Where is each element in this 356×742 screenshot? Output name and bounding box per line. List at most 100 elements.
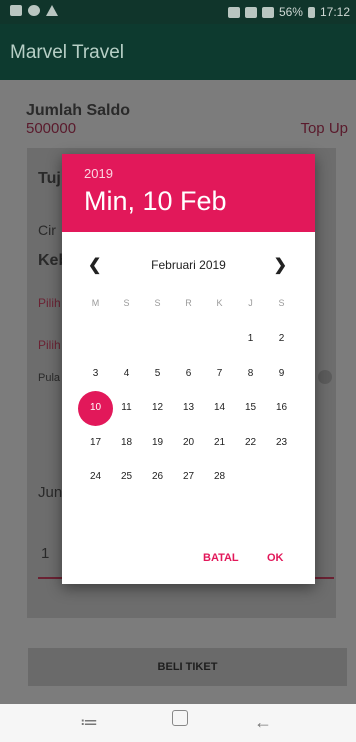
- recent-apps-icon[interactable]: ≔: [80, 712, 98, 733]
- calendar-day-number: 2: [278, 333, 285, 344]
- calendar-day-number: 19: [151, 436, 164, 448]
- calendar-day-number: 20: [182, 436, 195, 448]
- battery-icon: [307, 6, 315, 18]
- calendar-week: 12: [80, 322, 297, 357]
- calendar-grid: 1 2 3 4 5 6 7 8 9 10 11 12 13 14 15 16 17 18 19 20 21 22 23 24 2…: [78, 322, 297, 495]
- weekday-label: J: [248, 298, 253, 308]
- calendar-day-number: 13: [182, 402, 195, 413]
- calendar-day[interactable]: 2: [266, 322, 297, 357]
- calendar-day[interactable]: 11: [111, 391, 142, 426]
- calendar-day-number: 18: [120, 436, 133, 448]
- weekday-row: MSSRKJS: [80, 298, 297, 308]
- calendar-day[interactable]: 28: [204, 460, 235, 495]
- pilih-tanggal-link[interactable]: Pilih: [38, 296, 61, 310]
- calendar-empty-cell: [80, 322, 111, 357]
- calendar-day[interactable]: 21: [204, 426, 235, 461]
- app-title: Marvel Travel: [10, 42, 125, 63]
- calendar-day-number: 25: [120, 471, 133, 482]
- calendar-day-number: 14: [213, 402, 226, 413]
- calendar-day[interactable]: 22: [235, 426, 266, 461]
- saldo-value: 500000: [26, 120, 77, 137]
- calendar-week: 17 18 19 20 21 22 23: [80, 426, 297, 461]
- date-picker-dialog: 2019 Min, 10 Feb ❮ Februari 2019 ❯ MSSRK…: [62, 154, 315, 584]
- calendar-day-number: 11: [121, 402, 132, 413]
- calendar-day-number: 12: [151, 402, 164, 413]
- calendar-day-number: 26: [151, 471, 164, 482]
- calendar-day[interactable]: 1: [235, 322, 266, 357]
- calendar-day[interactable]: 19: [142, 426, 173, 461]
- calendar-day-number: 6: [185, 367, 192, 379]
- weekday-label: S: [154, 298, 161, 308]
- calendar-day[interactable]: 24: [80, 460, 111, 495]
- back-icon[interactable]: ←: [254, 712, 272, 733]
- calendar-day[interactable]: 12: [142, 391, 173, 426]
- calendar-empty-cell: [142, 322, 173, 357]
- weekday-label: K: [216, 298, 223, 308]
- calendar-day[interactable]: 25: [111, 460, 142, 495]
- calendar-day[interactable]: 5: [142, 357, 173, 392]
- calendar-day[interactable]: 17: [80, 426, 111, 461]
- calendar-day[interactable]: 23: [266, 426, 297, 461]
- app-bar: Marvel Travel: [0, 24, 356, 80]
- city-select[interactable]: Cir: [38, 222, 56, 238]
- calendar-day[interactable]: 8: [235, 357, 266, 392]
- calendar-day-number: 5: [154, 367, 161, 379]
- battery-percent: 56%: [278, 5, 303, 19]
- header-year[interactable]: 2019: [84, 166, 113, 181]
- calendar-day[interactable]: 26: [142, 460, 173, 495]
- ok-button[interactable]: OK: [267, 552, 284, 564]
- clock: 17:12: [319, 5, 350, 19]
- calendar-day[interactable]: 27: [173, 460, 204, 495]
- calendar-day-number: 16: [275, 402, 288, 413]
- beli-tiket-button[interactable]: BELI TIKET: [28, 648, 347, 686]
- calendar-day-number: 22: [244, 436, 257, 448]
- cancel-button[interactable]: BATAL: [203, 552, 239, 564]
- calendar-empty-cell: [173, 322, 204, 357]
- calendar-day-number: 17: [89, 436, 102, 448]
- calendar-empty-cell: [111, 322, 142, 357]
- calendar-day-number: 15: [244, 402, 257, 413]
- calendar-day-number: 10: [89, 402, 102, 413]
- calendar-day[interactable]: 10: [78, 391, 113, 426]
- calendar-empty-cell: [204, 322, 235, 357]
- jumlah-label: Jun: [38, 484, 63, 501]
- calendar-day[interactable]: 6: [173, 357, 204, 392]
- calendar-day[interactable]: 7: [204, 357, 235, 392]
- calendar-day-number: 3: [92, 367, 99, 379]
- calendar-day[interactable]: 13: [173, 391, 204, 426]
- calendar-day[interactable]: 14: [204, 391, 235, 426]
- calendar-day[interactable]: 4: [111, 357, 142, 392]
- warning-icon: [46, 5, 58, 16]
- pulang-label: Pula: [38, 372, 61, 384]
- calendar-day[interactable]: 15: [235, 391, 266, 426]
- calendar-week: 3 4 5 6 7 8 9: [80, 357, 297, 392]
- calendar-day-number: 21: [213, 436, 226, 448]
- status-bar: 56% 17:12: [0, 0, 356, 24]
- weekday-label: M: [91, 298, 100, 308]
- signal-icon: [261, 6, 274, 18]
- weekday-label: R: [185, 298, 192, 308]
- calendar-day-number: 7: [216, 367, 223, 379]
- calendar-empty-cell: [235, 460, 266, 495]
- calendar-day[interactable]: 16: [266, 391, 297, 426]
- pilih-waktu-link[interactable]: Pilih: [38, 338, 61, 352]
- calendar-day-number: 27: [182, 471, 195, 482]
- jumlah-input-value: 1: [41, 545, 50, 562]
- gallery-icon: [10, 5, 22, 16]
- calendar-day[interactable]: 9: [266, 357, 297, 392]
- header-date[interactable]: Min, 10 Feb: [84, 186, 227, 217]
- alarm-icon: [244, 6, 257, 18]
- calendar-day-number: 24: [89, 471, 102, 482]
- calendar-day-number: 4: [123, 367, 130, 379]
- calendar-day[interactable]: 20: [173, 426, 204, 461]
- chevron-right-icon[interactable]: ❯: [274, 255, 287, 275]
- topup-button[interactable]: Top Up: [300, 120, 348, 137]
- calendar-day[interactable]: 3: [80, 357, 111, 392]
- calendar-day-number: 28: [213, 471, 226, 482]
- calendar-day-number: 9: [278, 367, 285, 379]
- home-icon[interactable]: [172, 710, 188, 726]
- calendar-day[interactable]: 18: [111, 426, 142, 461]
- weekday-label: S: [278, 298, 285, 308]
- pulang-toggle[interactable]: [318, 370, 332, 384]
- calendar-day-number: 8: [247, 367, 254, 379]
